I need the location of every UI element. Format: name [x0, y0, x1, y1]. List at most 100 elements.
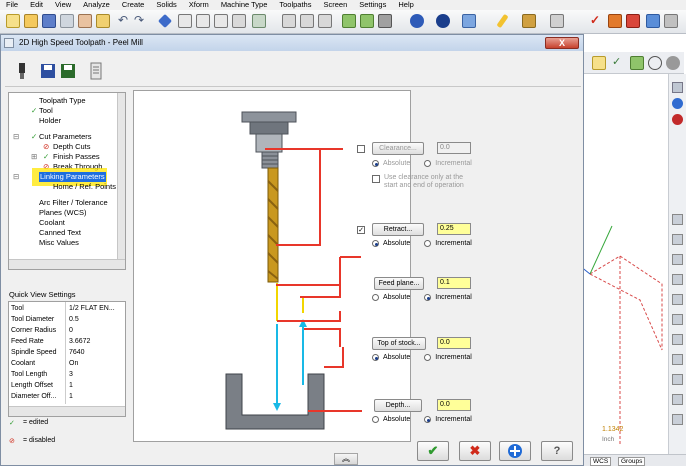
tree-item-cut-parameters[interactable]: Cut Parameters [39, 132, 92, 142]
qv-horizontal-scrollbar[interactable] [9, 406, 125, 416]
solid-cyl-icon[interactable] [360, 14, 374, 28]
tool-icon-k[interactable] [672, 414, 683, 425]
menu-view[interactable]: View [55, 0, 71, 10]
clearance-incremental-radio[interactable] [424, 160, 432, 167]
depth-absolute-radio[interactable] [372, 416, 379, 423]
menu-screen[interactable]: Screen [323, 0, 347, 10]
shading-icon[interactable] [252, 14, 266, 28]
record-icon[interactable] [666, 56, 680, 70]
tool-icon-c[interactable] [672, 254, 683, 265]
tree-item-canned-text[interactable]: Canned Text [39, 228, 81, 238]
tab-groups[interactable]: Groups [618, 457, 646, 466]
summary-icon[interactable] [87, 61, 105, 81]
backplot-icon[interactable] [608, 14, 622, 28]
menu-settings[interactable]: Settings [359, 0, 386, 10]
save-settings-icon[interactable] [39, 61, 57, 81]
record-red-icon[interactable] [672, 114, 683, 125]
clearance-button[interactable]: Clearance... [372, 142, 424, 155]
panel-icon[interactable] [672, 82, 683, 93]
fit-icon[interactable] [232, 14, 246, 28]
top-of-stock-value[interactable]: 0.0 [437, 337, 471, 349]
layer-icon[interactable] [672, 98, 683, 109]
retract-button[interactable]: Retract... [372, 223, 424, 236]
menu-toolpaths[interactable]: Toolpaths [279, 0, 311, 10]
verify-icon[interactable] [626, 14, 640, 28]
tree-item-tool[interactable]: Tool [39, 106, 53, 116]
check-icon[interactable]: ✓ [612, 56, 626, 70]
top-of-stock-absolute-radio[interactable] [372, 354, 379, 361]
dialog-titlebar[interactable]: 2D High Speed Toolpath - Peel Mill X [1, 35, 583, 51]
tree-horizontal-scrollbar[interactable] [9, 259, 125, 269]
tool-icon-d[interactable] [672, 274, 683, 285]
retract-value[interactable]: 0.25 [437, 223, 471, 235]
gview-top-icon[interactable] [282, 14, 296, 28]
globe-icon[interactable] [410, 14, 424, 28]
menu-file[interactable]: File [6, 0, 18, 10]
close-button[interactable]: X [545, 37, 579, 49]
gview-side-icon[interactable] [318, 14, 332, 28]
menu-analyze[interactable]: Analyze [83, 0, 110, 10]
select-icon[interactable] [630, 56, 644, 70]
tool-select-icon[interactable] [13, 61, 31, 81]
expand-icon[interactable]: ⊟ [13, 172, 19, 182]
tool-icon-i[interactable] [672, 374, 683, 385]
depth-value[interactable]: 0.0 [437, 399, 471, 411]
save-icon[interactable] [42, 14, 56, 28]
depth-incremental-radio[interactable] [424, 416, 432, 423]
paste-icon[interactable] [96, 14, 110, 28]
ok-button[interactable]: ✔ [417, 441, 449, 461]
collapse-icon[interactable]: ︽ [334, 453, 358, 465]
new-file-icon[interactable] [6, 14, 20, 28]
retract-absolute-radio[interactable] [372, 240, 379, 247]
print-icon[interactable] [60, 14, 74, 28]
tool-icon-e[interactable] [672, 294, 683, 305]
toolpath-check-icon[interactable]: ✓ [590, 14, 604, 28]
feed-plane-button[interactable]: Feed plane... [374, 277, 424, 290]
tree-item-toolpath-type[interactable]: Toolpath Type [39, 96, 86, 106]
top-of-stock-button[interactable]: Top of stock... [372, 337, 426, 350]
tree-item-holder[interactable]: Holder [39, 116, 61, 126]
tree-item-coolant[interactable]: Coolant [39, 218, 65, 228]
tool-icon-g[interactable] [672, 334, 683, 345]
menu-machine-type[interactable]: Machine Type [221, 0, 268, 10]
lock-icon[interactable] [592, 56, 606, 70]
tool-icon-h[interactable] [672, 354, 683, 365]
menu-help[interactable]: Help [398, 0, 413, 10]
gview-front-icon[interactable] [300, 14, 314, 28]
clearance-checkbox[interactable] [357, 145, 365, 153]
tool-icon-a[interactable] [672, 214, 683, 225]
redo-icon[interactable]: ↷ [134, 14, 148, 28]
expand-icon[interactable]: ⊞ [31, 152, 37, 162]
feed-plane-incremental-radio[interactable] [424, 294, 432, 301]
tree-item-home-ref-points[interactable]: Home / Ref. Points [53, 182, 116, 192]
tool-icon-b[interactable] [672, 234, 683, 245]
wrench-icon[interactable] [550, 14, 564, 28]
clearance-start-end-checkbox[interactable] [372, 175, 380, 183]
zoom-window-icon[interactable] [178, 14, 192, 28]
menu-solids[interactable]: Solids [156, 0, 176, 10]
tree-item-break-through[interactable]: Break Through [53, 162, 102, 172]
post-icon[interactable] [646, 14, 660, 28]
feed-plane-absolute-radio[interactable] [372, 294, 379, 301]
top-of-stock-incremental-radio[interactable] [424, 354, 432, 361]
menu-edit[interactable]: Edit [30, 0, 43, 10]
tree-item-finish-passes[interactable]: Finish Passes [53, 152, 100, 162]
clearance-value[interactable]: 0.0 [437, 142, 471, 154]
view-diamond-icon[interactable] [157, 13, 173, 29]
help-button[interactable]: ? [541, 441, 573, 461]
undo-icon[interactable]: ↶ [118, 14, 132, 28]
save-as-icon[interactable] [59, 61, 77, 81]
menu-xform[interactable]: Xform [189, 0, 209, 10]
menu-create[interactable]: Create [122, 0, 145, 10]
more-tools-icon[interactable] [664, 14, 678, 28]
disable-icon[interactable] [648, 56, 662, 70]
tab-wcs[interactable]: WCS [590, 457, 612, 466]
tree-item-misc-values[interactable]: Misc Values [39, 238, 79, 248]
wireframe-icon[interactable] [378, 14, 392, 28]
pencil-icon[interactable] [496, 13, 509, 29]
depth-button[interactable]: Depth... [374, 399, 422, 412]
expand-icon[interactable]: ⊟ [13, 132, 19, 142]
sphere-icon[interactable] [436, 14, 450, 28]
add-button[interactable] [499, 441, 531, 461]
retract-incremental-radio[interactable] [424, 240, 432, 247]
